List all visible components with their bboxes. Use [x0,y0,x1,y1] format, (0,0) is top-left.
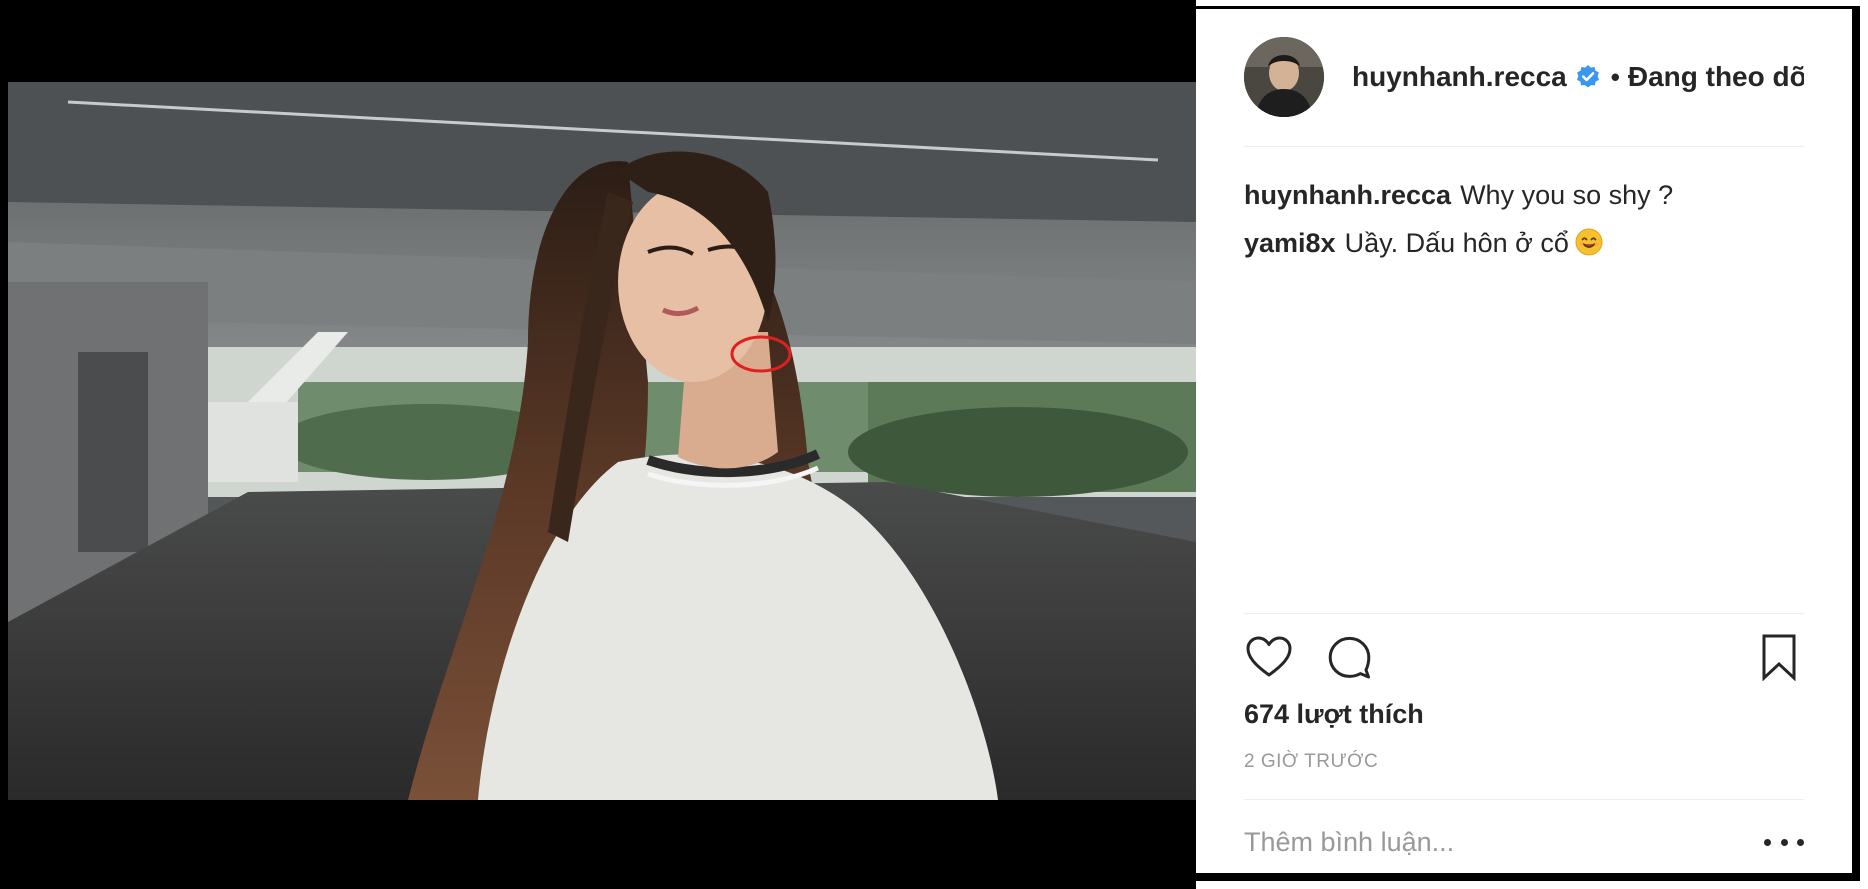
post-photo[interactable] [8,82,1196,800]
comment-button[interactable] [1324,631,1374,683]
post-timestamp[interactable]: 2 GIỜ TRƯỚC [1244,751,1378,773]
post-media [0,0,1196,889]
post-side-panel: huynhanh.recca • Đang theo dõi huynhanh.… [1196,6,1860,881]
like-button[interactable] [1244,631,1294,683]
post-header: huynhanh.recca • Đang theo dõi [1244,27,1804,127]
header-divider [1244,146,1804,147]
post-author-username[interactable]: huynhanh.recca [1352,61,1567,93]
actions-divider [1244,613,1804,614]
add-comment-bar [1244,817,1804,867]
comment-input[interactable] [1244,826,1764,858]
verified-icon [1576,65,1599,88]
comment-item: huynhanh.recca Why you so shy ? [1244,171,1804,219]
post-actions [1244,631,1804,687]
heart-icon [1246,636,1292,677]
comment-input-divider [1244,799,1804,800]
comment-item: yami8x Uầy. Dấu hôn ở cổ [1244,219,1804,267]
avatar-image [1244,37,1324,117]
bookmark-icon [1762,634,1796,681]
follow-status-button[interactable]: Đang theo dõi [1628,61,1804,93]
more-dot [1780,838,1788,846]
comment-username[interactable]: huynhanh.recca [1244,180,1451,210]
more-dot [1764,838,1771,846]
header-separator: • [1610,61,1620,92]
more-dot [1797,838,1804,846]
instagram-post: huynhanh.recca • Đang theo dõi huynhanh.… [0,0,1868,889]
photo-illustration [8,82,1196,800]
comment-text: Uầy. Dấu hôn ở cổ [1344,228,1569,258]
comment-text: Why you so shy ? [1460,180,1674,210]
comment-list: huynhanh.recca Why you so shy ? yami8x Uầy… [1244,171,1804,267]
comment-icon [1328,636,1371,679]
smiling-face-emoji [1575,228,1603,256]
save-button[interactable] [1754,631,1804,683]
like-count[interactable]: 674 lượt thích [1244,699,1424,730]
avatar[interactable] [1244,37,1324,117]
comment-username[interactable]: yami8x [1244,228,1336,258]
more-options-icon[interactable] [1764,832,1804,852]
